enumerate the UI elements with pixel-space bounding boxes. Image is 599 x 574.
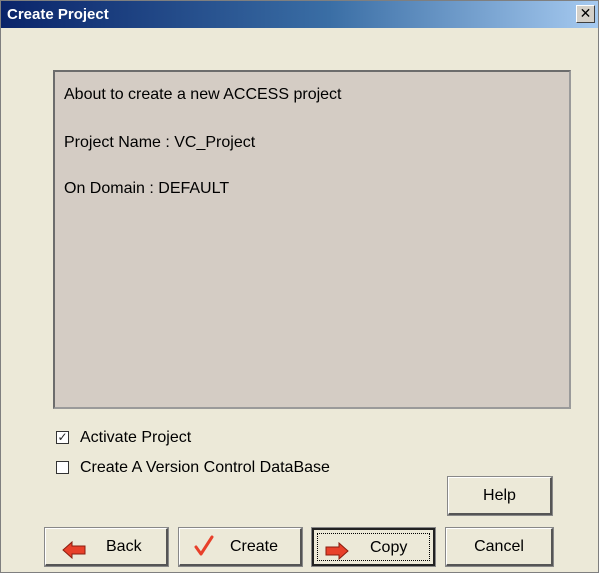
create-vc-db-label: Create A Version Control DataBase (80, 459, 330, 476)
message-panel: About to create a new ACCESS project Pro… (53, 70, 571, 409)
title-bar[interactable]: Create Project ✕ (1, 1, 598, 28)
help-label: Help (483, 487, 516, 504)
close-icon: ✕ (579, 5, 592, 21)
back-label: Back (106, 538, 142, 555)
create-vc-db-checkbox[interactable] (56, 461, 69, 474)
create-project-dialog: Create Project ✕ About to create a new A… (0, 0, 599, 573)
arrow-left-icon (62, 537, 86, 573)
copy-label: Copy (370, 539, 408, 556)
back-button[interactable]: Back (44, 527, 169, 567)
create-label: Create (230, 538, 279, 555)
domain-text: On Domain : DEFAULT (64, 180, 230, 197)
copy-button[interactable]: Copy (311, 527, 436, 567)
window-title: Create Project (7, 6, 109, 23)
close-button[interactable]: ✕ (576, 5, 595, 23)
create-button[interactable]: Create (178, 527, 303, 567)
message-intro: About to create a new ACCESS project (64, 86, 342, 103)
cancel-label: Cancel (474, 538, 524, 555)
cancel-button[interactable]: Cancel (445, 527, 554, 567)
activate-project-label: Activate Project (80, 429, 192, 446)
arrow-right-icon (325, 538, 349, 574)
activate-project-checkbox[interactable]: ✓ (56, 431, 69, 444)
project-name-text: Project Name : VC_Project (64, 134, 256, 151)
help-button[interactable]: Help (447, 476, 553, 516)
checkmark-icon (194, 535, 214, 571)
